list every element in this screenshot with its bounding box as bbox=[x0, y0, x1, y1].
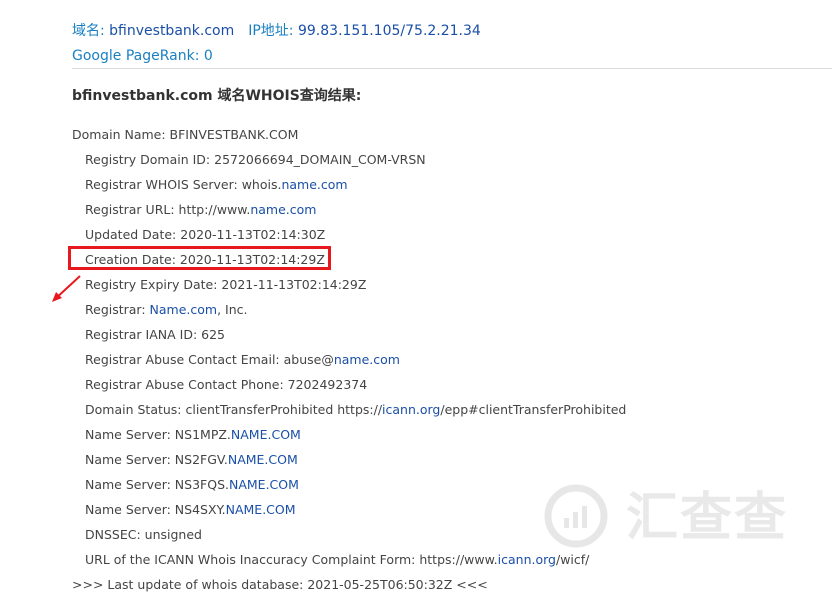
name-server-prefix: Name Server: NS3FQS. bbox=[85, 477, 229, 492]
whois-abuse-phone: Registrar Abuse Contact Phone: 720249237… bbox=[85, 377, 368, 392]
whois-name-server: Name Server: NS2FGV.NAME.COM bbox=[72, 447, 626, 472]
whois-registry-domain-id: Registry Domain ID: 2572066694_DOMAIN_CO… bbox=[85, 152, 426, 167]
whois-name-server: Name Server: NS1MPZ.NAME.COM bbox=[72, 422, 626, 447]
domain-label: 域名: bbox=[72, 23, 110, 39]
name-server-link[interactable]: NAME.COM bbox=[229, 477, 299, 492]
name-server-link[interactable]: NAME.COM bbox=[226, 502, 296, 517]
whois-server-prefix: Registrar WHOIS Server: whois. bbox=[85, 177, 282, 192]
ip-label: IP地址: bbox=[248, 23, 298, 39]
whois-creation-date: Creation Date: 2020-11-13T02:14:29Z bbox=[85, 252, 325, 267]
name-server-link[interactable]: NAME.COM bbox=[228, 452, 298, 467]
red-arrow-icon bbox=[52, 275, 81, 302]
whois-record: Domain Name: BFINVESTBANK.COM Registry D… bbox=[72, 122, 626, 597]
whois-name-server: Name Server: NS4SXY.NAME.COM bbox=[72, 497, 626, 522]
icann-form-prefix: URL of the ICANN Whois Inaccuracy Compla… bbox=[85, 552, 498, 567]
whois-iana-id: Registrar IANA ID: 625 bbox=[85, 327, 226, 342]
status-suffix: /epp#clientTransferProhibited bbox=[440, 402, 627, 417]
whois-name-server: Name Server: NS3FQS.NAME.COM bbox=[72, 472, 626, 497]
watermark-text: 汇查查 bbox=[626, 488, 789, 548]
whois-icann-complaint-form: URL of the ICANN Whois Inaccuracy Compla… bbox=[72, 547, 626, 572]
abuse-email-prefix: Registrar Abuse Contact Email: abuse@ bbox=[85, 352, 334, 367]
whois-updated-date: Updated Date: 2020-11-13T02:14:30Z bbox=[85, 227, 326, 242]
whois-registrar-url: Registrar URL: http://www.name.com bbox=[72, 197, 626, 222]
ip-value: 99.83.151.105/75.2.21.34 bbox=[297, 23, 481, 39]
whois-last-update: >>> Last update of whois database: 2021-… bbox=[72, 577, 488, 592]
pagerank-value: 0 bbox=[203, 48, 213, 64]
whois-registrar-whois-server: Registrar WHOIS Server: whois.name.com bbox=[72, 172, 626, 197]
name-server-link[interactable]: NAME.COM bbox=[231, 427, 301, 442]
pagerank-row: Google PageRank: 0 bbox=[72, 45, 481, 67]
registrar-url-link[interactable]: name.com bbox=[250, 202, 316, 217]
status-prefix: Domain Status: clientTransferProhibited … bbox=[85, 402, 383, 417]
abuse-email-link[interactable]: name.com bbox=[334, 352, 400, 367]
name-server-prefix: Name Server: NS1MPZ. bbox=[85, 427, 231, 442]
icann-form-link[interactable]: icann.org bbox=[498, 552, 556, 567]
whois-registrar: Registrar: Name.com, Inc. bbox=[72, 297, 626, 322]
domain-info-header: 域名: bfinvestbank.com IP地址: 99.83.151.105/… bbox=[72, 20, 481, 67]
whois-expiry-date: Registry Expiry Date: 2021-11-13T02:14:2… bbox=[85, 277, 367, 292]
status-link[interactable]: icann.org bbox=[382, 402, 440, 417]
domain-ip-row: 域名: bfinvestbank.com IP地址: 99.83.151.105/… bbox=[72, 20, 481, 42]
whois-abuse-email: Registrar Abuse Contact Email: abuse@nam… bbox=[72, 347, 626, 372]
registrar-suffix: , Inc. bbox=[217, 302, 248, 317]
page-title: bfinvestbank.com 域名WHOIS查询结果: bbox=[72, 88, 362, 104]
name-server-prefix: Name Server: NS2FGV. bbox=[85, 452, 228, 467]
registrar-prefix: Registrar: bbox=[85, 302, 150, 317]
whois-server-link[interactable]: name.com bbox=[281, 177, 347, 192]
registrar-link[interactable]: Name.com bbox=[150, 302, 218, 317]
pagerank-label: Google PageRank: bbox=[72, 48, 204, 64]
whois-domain-name: Domain Name: BFINVESTBANK.COM bbox=[72, 127, 299, 142]
whois-dnssec: DNSSEC: unsigned bbox=[85, 527, 202, 542]
registrar-url-prefix: Registrar URL: http://www. bbox=[85, 202, 251, 217]
name-server-prefix: Name Server: NS4SXY. bbox=[85, 502, 226, 517]
icann-form-suffix: /wicf/ bbox=[555, 552, 590, 567]
divider bbox=[72, 68, 832, 69]
whois-domain-status: Domain Status: clientTransferProhibited … bbox=[72, 397, 626, 422]
domain-value: bfinvestbank.com bbox=[109, 23, 235, 39]
